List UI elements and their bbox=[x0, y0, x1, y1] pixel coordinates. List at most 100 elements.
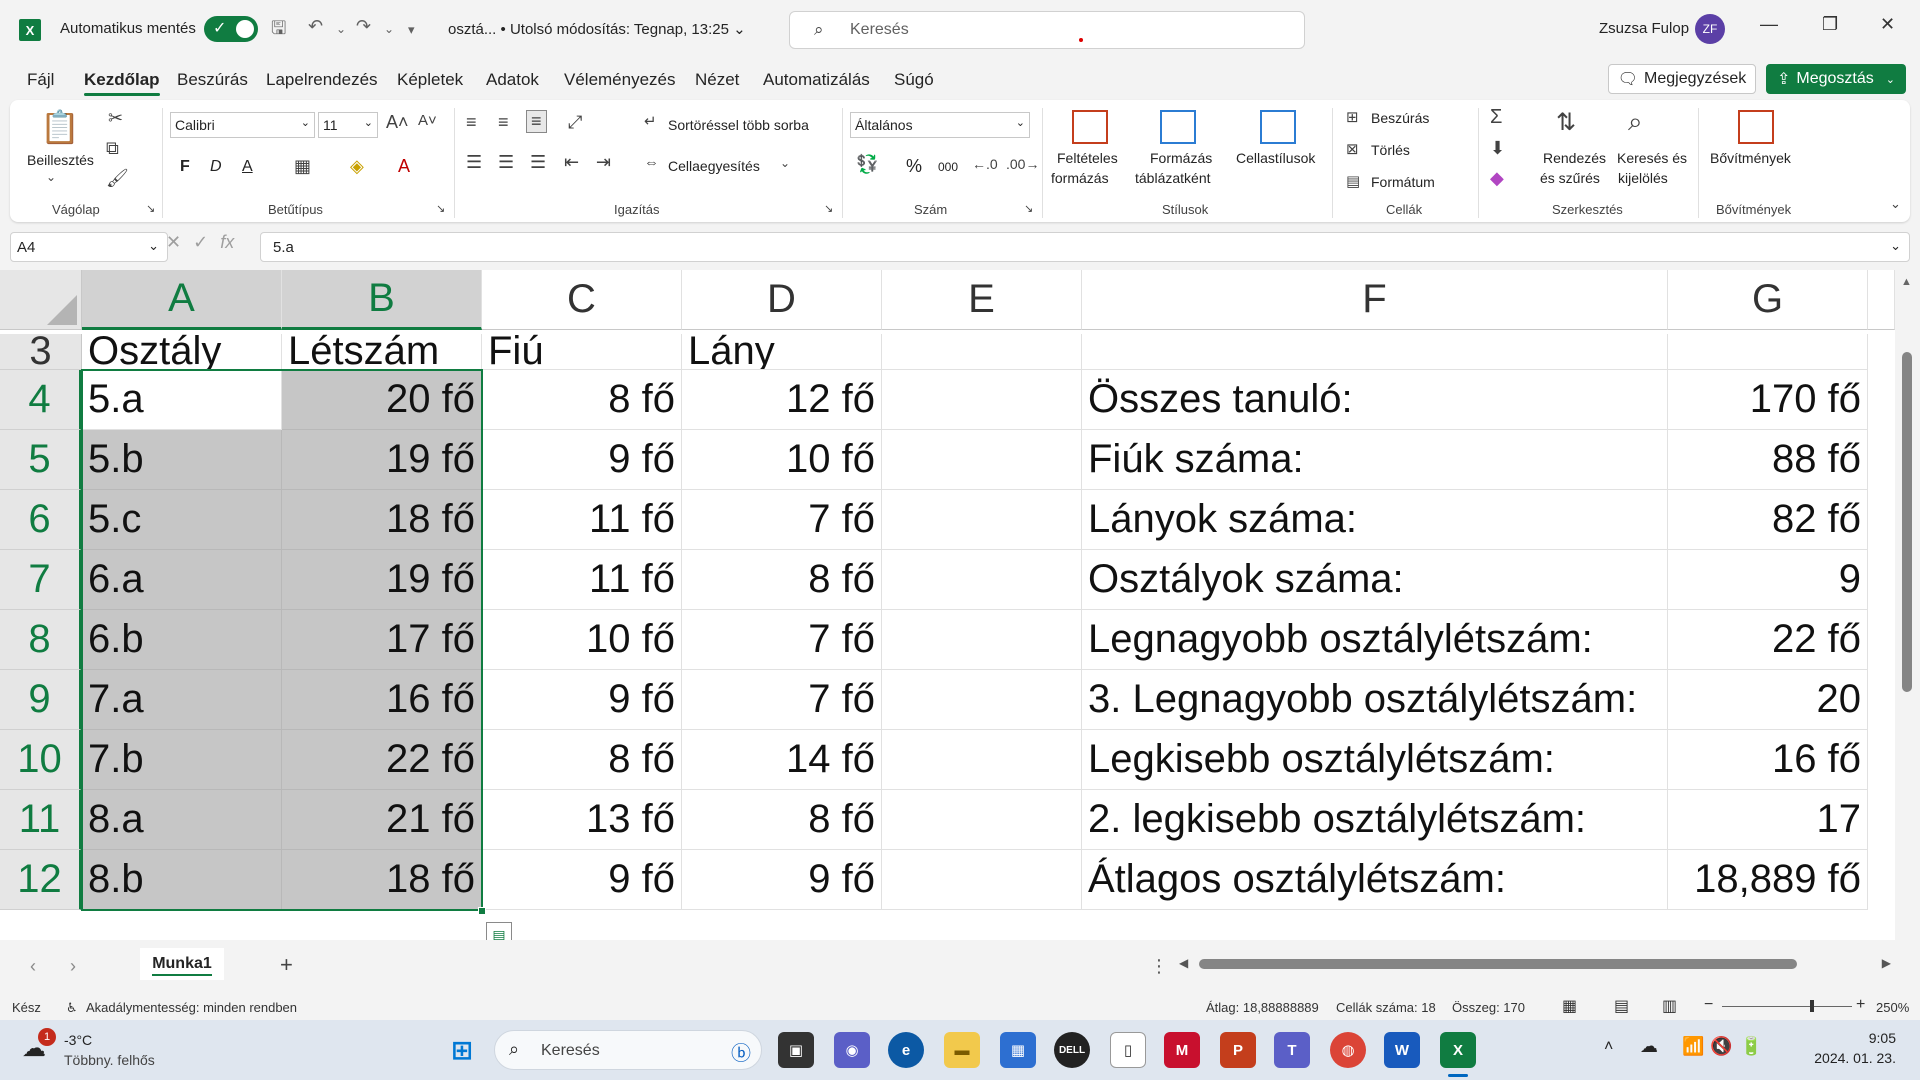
align-top-icon[interactable]: ≡ bbox=[466, 112, 477, 133]
cell-f4[interactable]: Összes tanuló: bbox=[1082, 370, 1668, 430]
cell-a6[interactable]: 5.c bbox=[82, 490, 282, 550]
zoom-level[interactable]: 250% bbox=[1876, 1000, 1909, 1015]
tab-home[interactable]: Kezdőlap bbox=[84, 70, 160, 96]
conditional-format-label-2[interactable]: formázás bbox=[1051, 170, 1109, 186]
paste-icon[interactable]: 📋 bbox=[40, 108, 80, 146]
row-header-6[interactable]: 6 bbox=[0, 490, 82, 550]
column-header-h[interactable] bbox=[1868, 270, 1895, 330]
cell-e9[interactable] bbox=[882, 670, 1082, 730]
save-icon[interactable]: 🖫 bbox=[271, 16, 286, 46]
cell-f12[interactable]: Átlagos osztálylétszám: bbox=[1082, 850, 1668, 910]
clock[interactable]: 9:05 2024. 01. 23. bbox=[1766, 1030, 1896, 1066]
cell-c6[interactable]: 11 fő bbox=[482, 490, 682, 550]
cell-g4[interactable]: 170 fő bbox=[1668, 370, 1868, 430]
scroll-left-icon[interactable]: ◀ bbox=[1179, 956, 1188, 970]
row-header-7[interactable]: 7 bbox=[0, 550, 82, 610]
file-explorer-icon[interactable]: ▬ bbox=[944, 1032, 980, 1068]
cell-g6[interactable]: 82 fő bbox=[1668, 490, 1868, 550]
dialog-launcher-icon[interactable]: ↘ bbox=[824, 202, 833, 215]
close-icon[interactable]: ✕ bbox=[1880, 14, 1895, 35]
dialog-launcher-icon[interactable]: ↘ bbox=[436, 202, 445, 215]
merge-button[interactable]: Cellaegyesítés bbox=[668, 158, 760, 174]
cell-a8[interactable]: 6.b bbox=[82, 610, 282, 670]
tab-review[interactable]: Véleményezés bbox=[564, 70, 676, 90]
share-button[interactable]: ⇪ Megosztás ⌄ bbox=[1766, 64, 1906, 94]
sort-filter-label[interactable]: Rendezés bbox=[1543, 150, 1606, 166]
underline-button[interactable]: A bbox=[242, 158, 253, 176]
sheet-tab-munka1[interactable]: Munka1 bbox=[140, 948, 224, 980]
cell-a11[interactable]: 8.a bbox=[82, 790, 282, 850]
format-as-table-label[interactable]: Formázás bbox=[1150, 150, 1212, 166]
column-header-b[interactable]: B bbox=[282, 270, 482, 330]
undo-dropdown-icon[interactable]: ⌄ bbox=[336, 22, 346, 36]
cell-c12[interactable]: 9 fő bbox=[482, 850, 682, 910]
more-options-icon[interactable]: ⋮ bbox=[1150, 956, 1168, 977]
teams-icon[interactable]: T bbox=[1274, 1032, 1310, 1068]
cell-c9[interactable]: 9 fő bbox=[482, 670, 682, 730]
minimize-icon[interactable]: — bbox=[1760, 14, 1778, 35]
battery-icon[interactable]: 🔋 bbox=[1740, 1036, 1762, 1057]
cell-e8[interactable] bbox=[882, 610, 1082, 670]
conditional-format-icon[interactable] bbox=[1072, 110, 1108, 144]
collapse-ribbon-icon[interactable]: ⌄ bbox=[1890, 196, 1901, 212]
align-right-icon[interactable]: ☰ bbox=[530, 152, 546, 173]
cell-d8[interactable]: 7 fő bbox=[682, 610, 882, 670]
cell-b9[interactable]: 16 fő bbox=[282, 670, 482, 730]
cell-e7[interactable] bbox=[882, 550, 1082, 610]
align-middle-icon[interactable]: ≡ bbox=[498, 112, 509, 133]
increase-indent-icon[interactable]: ⇥ bbox=[596, 152, 611, 173]
cell-g11[interactable]: 17 bbox=[1668, 790, 1868, 850]
cell-e10[interactable] bbox=[882, 730, 1082, 790]
cell-b4[interactable]: 20 fő bbox=[282, 370, 482, 430]
start-icon[interactable]: ⊞ bbox=[444, 1032, 480, 1068]
onedrive-icon[interactable]: ☁ bbox=[1640, 1036, 1658, 1057]
sheet-next-icon[interactable]: › bbox=[70, 956, 76, 977]
tab-view[interactable]: Nézet bbox=[695, 70, 739, 90]
task-view-icon[interactable]: ▣ bbox=[778, 1032, 814, 1068]
decrease-indent-icon[interactable]: ⇤ bbox=[564, 152, 579, 173]
cell-f5[interactable]: Fiúk száma: bbox=[1082, 430, 1668, 490]
cell-d11[interactable]: 8 fő bbox=[682, 790, 882, 850]
decrease-font-icon[interactable]: A˅ bbox=[418, 112, 437, 129]
cell-b12[interactable]: 18 fő bbox=[282, 850, 482, 910]
percent-button[interactable]: % bbox=[906, 156, 922, 177]
horizontal-scroll-thumb[interactable] bbox=[1199, 959, 1797, 969]
tab-formulas[interactable]: Képletek bbox=[397, 70, 463, 90]
align-center-icon[interactable]: ☰ bbox=[498, 152, 514, 173]
horizontal-scrollbar[interactable]: ◀ ▶ bbox=[1175, 956, 1895, 972]
format-painter-icon[interactable]: 🖌 bbox=[106, 168, 129, 189]
wifi-icon[interactable]: 📶 bbox=[1682, 1036, 1704, 1057]
row-header-3[interactable]: 3 bbox=[0, 329, 82, 373]
borders-icon[interactable]: ▦ bbox=[294, 156, 311, 177]
format-as-table-label-2[interactable]: táblázatként bbox=[1135, 170, 1211, 186]
cell-d5[interactable]: 10 fő bbox=[682, 430, 882, 490]
insert-function-icon[interactable]: fx bbox=[220, 232, 234, 252]
page-layout-view-icon[interactable]: ▤ bbox=[1614, 996, 1629, 1016]
find-icon[interactable]: ⌕ bbox=[1628, 106, 1643, 138]
cell-e3[interactable] bbox=[882, 334, 1082, 370]
wrap-text-icon[interactable]: ↵ bbox=[644, 112, 657, 130]
paste-label[interactable]: Beillesztés bbox=[27, 152, 94, 168]
zoom-out-icon[interactable]: − bbox=[1704, 996, 1713, 1014]
row-header-12[interactable]: 12 bbox=[0, 850, 82, 910]
document-title[interactable]: osztá... • Utolsó módosítás: Tegnap, 13:… bbox=[448, 20, 746, 38]
cell-g3[interactable] bbox=[1668, 334, 1868, 370]
edge-icon[interactable]: e bbox=[888, 1032, 924, 1068]
conditional-format-label[interactable]: Feltételes bbox=[1057, 150, 1118, 166]
word-icon[interactable]: W bbox=[1384, 1032, 1420, 1068]
delete-cells-icon[interactable]: ⊠ bbox=[1346, 140, 1359, 158]
scroll-up-icon[interactable]: ▲ bbox=[1901, 276, 1912, 288]
select-all-button[interactable] bbox=[0, 270, 82, 330]
bold-button[interactable]: F bbox=[180, 158, 190, 176]
row-header-5[interactable]: 5 bbox=[0, 430, 82, 490]
cell-d9[interactable]: 7 fő bbox=[682, 670, 882, 730]
cell-c4[interactable]: 8 fő bbox=[482, 370, 682, 430]
row-header-8[interactable]: 8 bbox=[0, 610, 82, 670]
zoom-in-icon[interactable]: + bbox=[1856, 996, 1865, 1014]
sort-filter-label-2[interactable]: és szűrés bbox=[1540, 170, 1600, 186]
store-icon[interactable]: ▦ bbox=[1000, 1032, 1036, 1068]
cell-c7[interactable]: 11 fő bbox=[482, 550, 682, 610]
taskbar-search[interactable]: ⌕ Keresés ⓑ bbox=[494, 1030, 762, 1070]
scroll-right-icon[interactable]: ▶ bbox=[1882, 956, 1891, 970]
tab-file[interactable]: Fájl bbox=[27, 70, 54, 90]
